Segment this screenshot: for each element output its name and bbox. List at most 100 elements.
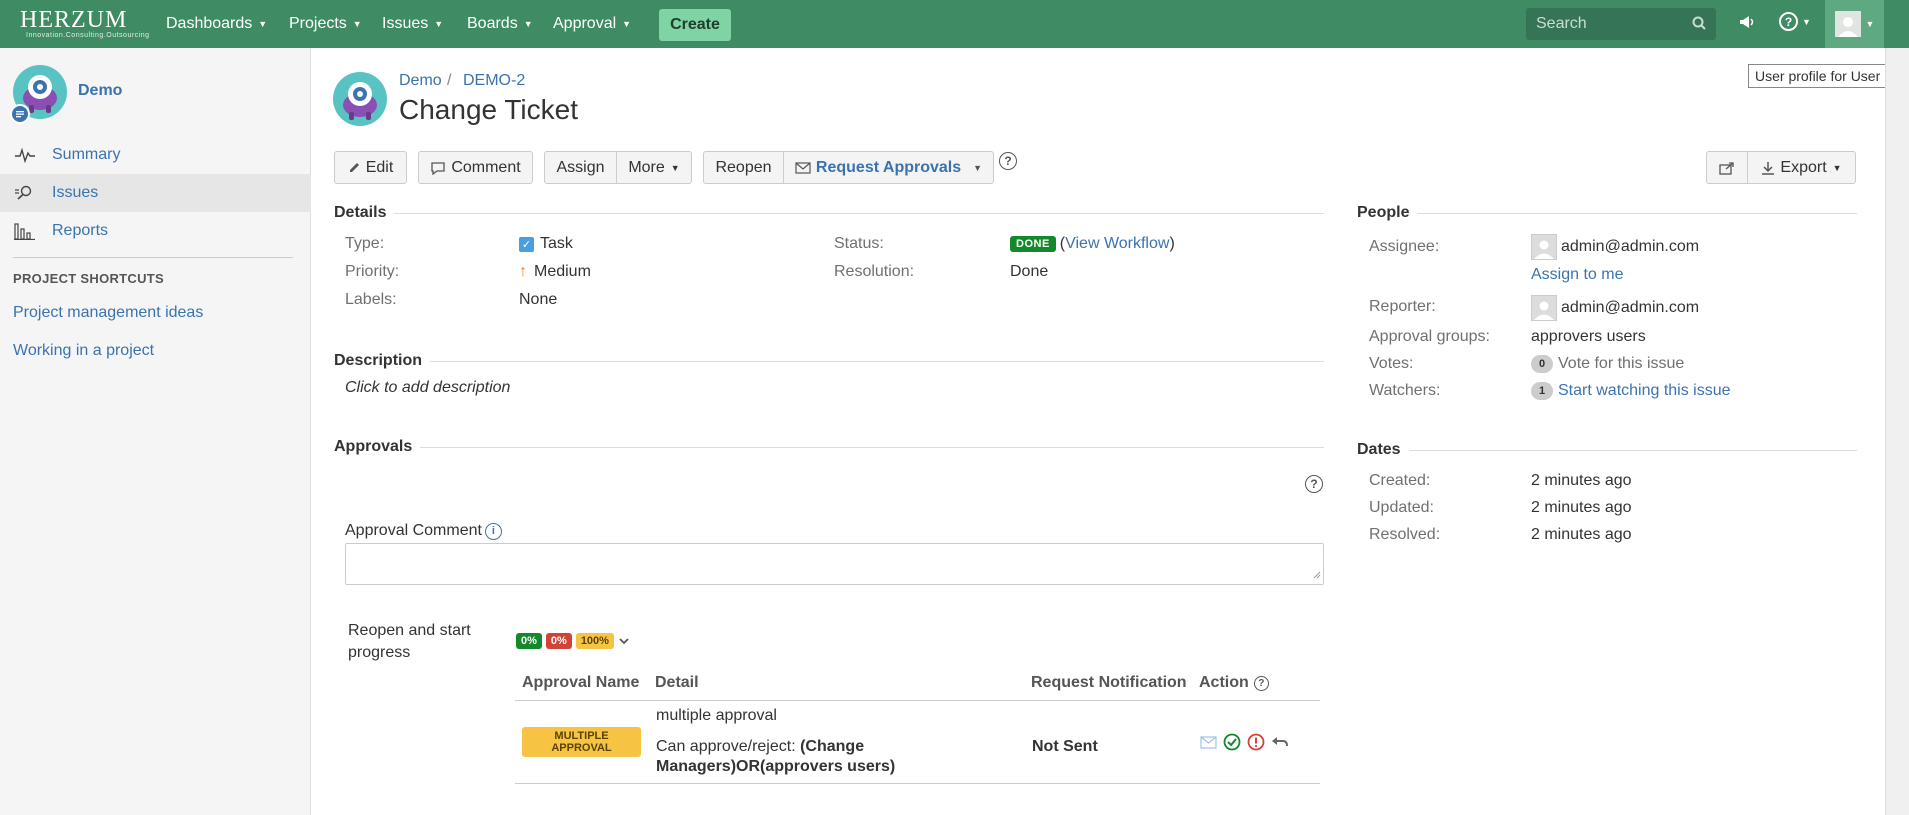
breadcrumb-issue-key[interactable]: DEMO-2 <box>463 72 525 90</box>
votes-value: 0 Vote for this issue <box>1531 355 1684 373</box>
search-input[interactable] <box>1526 15 1686 33</box>
reject-icon[interactable] <box>1247 733 1265 751</box>
table-header-divider <box>515 700 1320 701</box>
description-field[interactable]: Click to add description <box>345 379 510 397</box>
approval-groups-value: approvers users <box>1531 328 1646 345</box>
watchers-count-badge[interactable]: 1 <box>1531 382 1553 400</box>
user-profile-menu[interactable]: ▼ <box>1825 0 1884 48</box>
created-label: Created: <box>1369 472 1431 489</box>
resolved-value: 2 minutes ago <box>1531 526 1632 543</box>
watchers-value: 1 Start watching this issue <box>1531 382 1731 400</box>
nav-dashboards[interactable]: Dashboards ▼ <box>166 0 267 48</box>
breadcrumb-project[interactable]: Demo <box>399 72 442 90</box>
nav-dashboards-label: Dashboards <box>166 15 253 32</box>
nav-boards[interactable]: Boards ▼ <box>467 0 533 48</box>
status-value: DONE (View Workflow) <box>1010 235 1175 253</box>
export-button[interactable]: Export ▼ <box>1748 151 1856 184</box>
shortcut-project-management-ideas[interactable]: Project management ideas <box>13 304 203 322</box>
notification-status: Not Sent <box>1032 738 1098 755</box>
search-box <box>1526 8 1716 40</box>
sidebar-item-reports[interactable]: Reports <box>0 212 311 250</box>
caret-down-icon: ▼ <box>1802 16 1811 27</box>
status-label: Status: <box>834 235 884 252</box>
approval-comment-label: Approval Comment i <box>345 522 502 540</box>
approvals-divider <box>334 447 1324 448</box>
caret-down-icon: ▼ <box>622 19 632 29</box>
issue-project-avatar[interactable] <box>333 72 387 126</box>
transition-name-line2: progress <box>348 644 411 661</box>
approver-groups-line1: (Change <box>800 738 865 755</box>
reporter-value[interactable]: admin@admin.com <box>1531 295 1699 321</box>
edit-label: Edit <box>365 158 394 176</box>
priority-value: ↑ Medium <box>519 263 591 281</box>
envelope-icon <box>795 161 811 174</box>
more-button[interactable]: More ▼ <box>617 151 692 184</box>
shortcut-working-in-a-project[interactable]: Working in a project <box>13 342 154 360</box>
approval-detail-title: multiple approval <box>656 707 777 724</box>
help-icon[interactable]: ? <box>999 152 1017 170</box>
revert-icon[interactable] <box>1271 735 1289 749</box>
approvals-help-icon[interactable]: ? <box>1305 475 1323 493</box>
send-notification-icon[interactable] <box>1200 735 1217 749</box>
sidebar-item-label: Summary <box>52 146 121 163</box>
sidebar-divider <box>13 257 293 258</box>
megaphone-icon[interactable] <box>1737 12 1757 37</box>
people-divider <box>1357 213 1857 214</box>
resize-handle-icon[interactable] <box>1313 566 1321 582</box>
comment-button[interactable]: Comment <box>418 151 533 184</box>
caret-down-icon: ▼ <box>258 19 268 29</box>
nav-projects[interactable]: Projects ▼ <box>289 0 362 48</box>
sidebar-item-label: Reports <box>52 222 109 239</box>
share-button[interactable] <box>1706 151 1748 184</box>
pulse-icon <box>14 147 38 163</box>
caret-down-icon: ▼ <box>670 162 680 173</box>
issue-title[interactable]: Change Ticket <box>399 94 578 126</box>
view-workflow-link[interactable]: View Workflow <box>1065 235 1169 253</box>
vote-for-issue-text: Vote for this issue <box>1558 355 1685 372</box>
nav-boards-label: Boards <box>467 15 518 32</box>
start-watching-link[interactable]: Start watching this issue <box>1558 382 1731 400</box>
help-menu[interactable]: ? ▼ <box>1779 12 1811 31</box>
approval-comment-input[interactable] <box>345 543 1324 585</box>
sidebar-item-issues[interactable]: Issues <box>0 174 311 212</box>
assign-to-me-link[interactable]: Assign to me <box>1531 266 1623 284</box>
caret-down-icon: ▼ <box>352 19 362 29</box>
approve-icon[interactable] <box>1223 733 1241 751</box>
priority-arrow-up-icon: ↑ <box>519 263 527 280</box>
badge-line1: MULTIPLE <box>554 730 609 742</box>
approval-groups-label: Approval groups: <box>1369 328 1490 345</box>
sidebar-item-summary[interactable]: Summary <box>0 136 311 174</box>
search-icon[interactable] <box>1692 16 1706 33</box>
reopen-button[interactable]: Reopen <box>703 151 784 184</box>
create-button[interactable]: Create <box>659 9 731 41</box>
herzum-logo[interactable]: HERZUM Innovation.Consulting.Outsourcing <box>20 8 150 39</box>
chevron-down-icon[interactable] <box>618 636 630 646</box>
assignee-value[interactable]: admin@admin.com <box>1531 234 1699 260</box>
vertical-scrollbar[interactable] <box>1885 48 1909 815</box>
reporter-name: admin@admin.com <box>1561 299 1700 316</box>
edit-button[interactable]: Edit <box>334 151 407 184</box>
nav-approval[interactable]: Approval ▼ <box>553 0 631 48</box>
share-icon <box>1719 161 1735 175</box>
approval-detail-line1: Can approve/reject: (Change <box>656 738 864 756</box>
caret-down-icon: ▼ <box>1832 162 1842 173</box>
created-value: 2 minutes ago <box>1531 472 1632 489</box>
nav-issues-label: Issues <box>382 15 429 32</box>
user-avatar <box>1834 11 1861 37</box>
assign-button[interactable]: Assign <box>544 151 617 184</box>
priority-label: Priority: <box>345 263 400 280</box>
sidebar-item-label: Issues <box>52 184 99 201</box>
action-help-icon[interactable]: ? <box>1253 675 1269 691</box>
approval-progress[interactable]: 0% 0% 100% <box>516 633 630 649</box>
type-label: Type: <box>345 235 385 252</box>
people-heading: People <box>1357 204 1418 222</box>
column-action-label: Action <box>1199 674 1249 691</box>
info-icon[interactable]: i <box>484 522 502 540</box>
project-name[interactable]: Demo <box>78 82 122 100</box>
nav-issues[interactable]: Issues ▼ <box>382 0 443 48</box>
type-value-text: Task <box>540 235 573 252</box>
labels-value[interactable]: None <box>519 291 557 309</box>
labels-label: Labels: <box>345 291 397 308</box>
bar-chart-icon <box>14 222 38 240</box>
request-approvals-button[interactable]: Request Approvals ▼ <box>784 151 994 184</box>
